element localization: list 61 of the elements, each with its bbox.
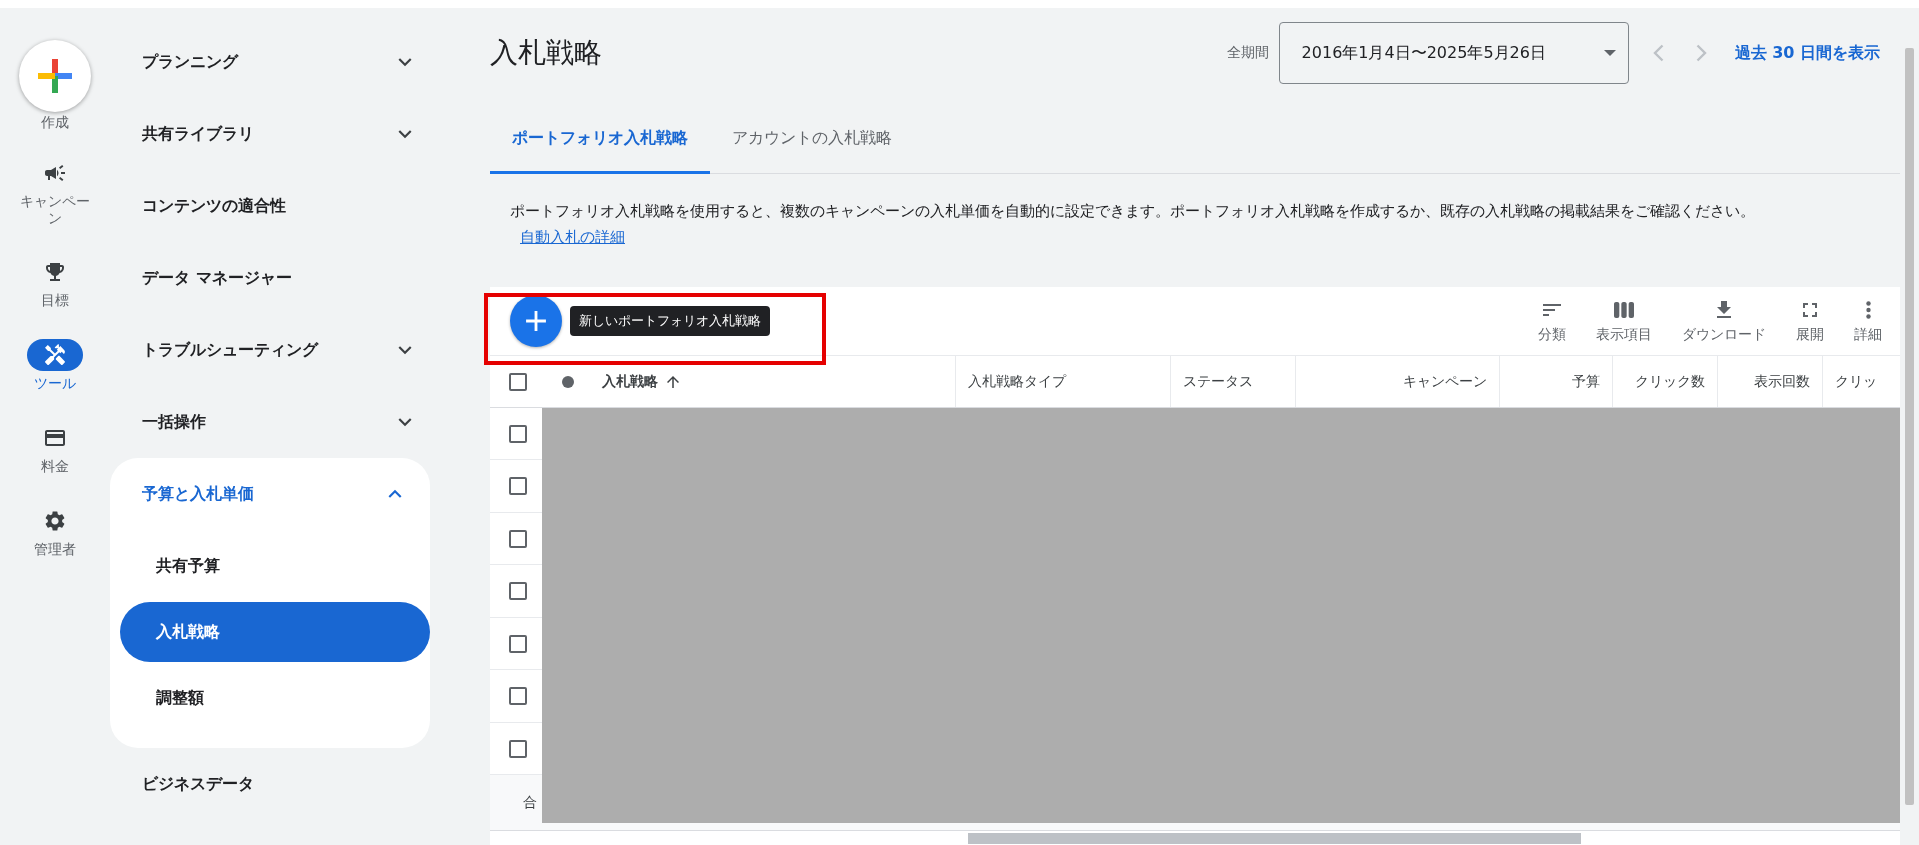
rail-label: 作成 (41, 114, 69, 131)
sidebar-item[interactable]: トラブルシューティング (110, 314, 440, 386)
page-title: 入札戦略 (490, 35, 603, 71)
status-dot-icon (562, 375, 574, 388)
column-header[interactable]: クリック数 (1612, 356, 1717, 407)
sidebar-subitem[interactable]: 共有予算 (120, 536, 430, 596)
more-icon (1865, 300, 1871, 319)
toolbar-button[interactable]: 詳細 (1846, 297, 1890, 344)
sidebar-item[interactable]: プランニング (110, 26, 440, 98)
checkbox[interactable] (509, 372, 527, 391)
column-header[interactable]: ステータス (1170, 356, 1295, 407)
checkbox[interactable] (509, 739, 527, 758)
checkbox[interactable] (509, 477, 527, 496)
checkbox[interactable] (509, 634, 527, 653)
toolbar-button[interactable]: 展開 (1788, 297, 1832, 344)
rail-button[interactable] (27, 339, 83, 372)
sidebar-subitem[interactable]: 入札戦略 (120, 602, 430, 662)
column-header[interactable]: 表示回数 (1717, 356, 1822, 407)
plus-icon (38, 59, 72, 93)
sidebar-item[interactable]: データ マネージャー (110, 242, 440, 314)
sidebar-item[interactable]: 一括操作 (110, 386, 440, 458)
chevron-right-icon (1695, 44, 1707, 62)
checkbox[interactable] (509, 529, 527, 548)
sidebar-item[interactable]: ビジネスデータ (110, 748, 440, 820)
toolbar-button[interactable]: 分類 (1530, 297, 1574, 344)
column-header[interactable]: 予算 (1499, 356, 1612, 407)
checkbox[interactable] (509, 582, 527, 601)
toolbar-button[interactable]: ダウンロード (1674, 297, 1774, 344)
checkbox[interactable] (509, 687, 527, 706)
create-button[interactable] (19, 40, 91, 112)
tooltip: 新しいポートフォリオ入札戦略 (570, 305, 770, 336)
column-header[interactable]: クリッ (1822, 356, 1900, 407)
scrollbar-thumb[interactable] (1905, 48, 1914, 805)
tab[interactable]: ポートフォリオ入札戦略 (490, 128, 710, 174)
sidebar-item[interactable]: コンテンツの適合性 (110, 170, 440, 242)
chevron-left-icon (1652, 44, 1664, 62)
toolbar-button[interactable]: 表示項目 (1588, 297, 1660, 344)
sidebar-item[interactable]: 予算と入札単価 (110, 458, 430, 530)
description-text: ポートフォリオ入札戦略を使用すると、複数のキャンペーンの入札単価を自動的に設定できます。ポートフォリオ入札戦略を作成するか、既存の入札戦略の掲載結果をご確認ください。 自動入札の詳細 (510, 201, 1756, 249)
dropdown-caret-icon (1603, 50, 1616, 56)
rail-label: 料金 (40, 458, 70, 475)
rail-label: ツール (33, 375, 77, 392)
sidebar-item[interactable]: 共有ライブラリ (110, 98, 440, 170)
tab[interactable]: アカウントの入札戦略 (710, 128, 914, 174)
add-button[interactable] (510, 294, 562, 347)
date-range-dropdown[interactable]: 2016年1月4日〜2025年5月26日 (1278, 22, 1629, 84)
tools-icon (43, 343, 67, 368)
column-header[interactable]: 入札戦略タイプ (955, 356, 1170, 407)
last-30-days-link[interactable]: 過去 30 日間を表示 (1734, 42, 1880, 64)
checkbox[interactable] (509, 424, 527, 443)
total-label: 合 (523, 793, 537, 812)
learn-more-link[interactable]: 自動入札の詳細 (520, 228, 625, 247)
rail-label: 管理者 (33, 540, 77, 558)
scrollbar-thumb[interactable] (968, 833, 1581, 845)
date-label: 全期間 (1226, 44, 1269, 62)
sidebar-subitem[interactable]: 調整額 (120, 668, 430, 728)
rail-label: 目標 (40, 292, 70, 310)
settings-icon (43, 508, 67, 533)
column-header[interactable]: キャンペーン (1295, 356, 1499, 407)
rail-label: キャンペーン (19, 192, 91, 227)
column-header[interactable]: 入札戦略 (590, 356, 955, 407)
